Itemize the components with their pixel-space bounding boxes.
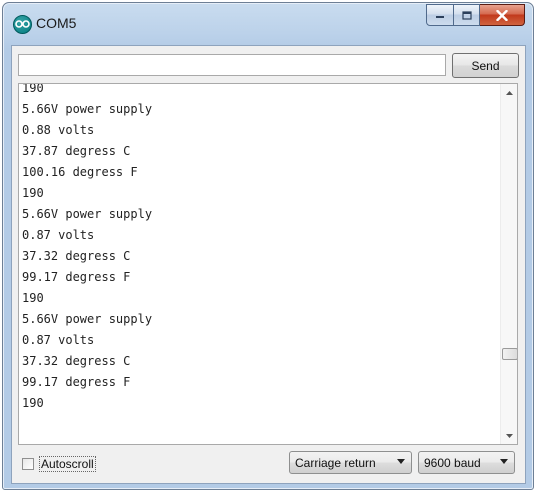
output-line: 190 — [22, 396, 44, 410]
scroll-up-button[interactable] — [501, 84, 517, 101]
chevron-down-icon — [397, 459, 405, 464]
output-line: 5.66V power supply — [22, 312, 153, 326]
output-lines: 190 5.66V power supply 0.88 volts 37.87 deg… — [22, 83, 153, 414]
scroll-down-button[interactable] — [501, 427, 517, 444]
window-title: COM5 — [36, 15, 77, 31]
maximize-icon — [461, 10, 472, 20]
output-line: 190 — [22, 186, 44, 200]
send-button[interactable]: Send — [452, 53, 519, 78]
output-line: 0.88 volts — [22, 123, 95, 137]
autoscroll-checkbox[interactable] — [22, 458, 34, 470]
maximize-button[interactable] — [454, 4, 480, 26]
output-line: 190 — [22, 291, 44, 305]
title-bar[interactable]: COM5 — [3, 3, 533, 45]
output-line: 5.66V power supply — [22, 102, 153, 116]
window-controls — [426, 4, 525, 26]
chevron-down-icon — [500, 459, 508, 464]
serial-monitor-body: Send 190 5.66V power supply 0.88 volts 37.8… — [11, 45, 526, 484]
vertical-scrollbar[interactable] — [500, 84, 517, 444]
output-line: 37.32 degress C — [22, 249, 131, 263]
serial-output[interactable]: 190 5.66V power supply 0.88 volts 37.87 deg… — [18, 83, 518, 445]
output-line: 37.87 degress C — [22, 144, 131, 158]
output-line: 0.87 volts — [22, 333, 95, 347]
output-line: 5.66V power supply — [22, 207, 153, 221]
output-line: 99.17 degress F — [22, 270, 131, 284]
output-line: 0.87 volts — [22, 228, 95, 242]
autoscroll-label[interactable]: Autoscroll — [39, 456, 96, 472]
baud-rate-dropdown[interactable]: 9600 baud — [418, 451, 515, 474]
line-ending-dropdown[interactable]: Carriage return — [289, 451, 412, 474]
baud-rate-value: 9600 baud — [424, 455, 481, 470]
arrow-down-icon — [506, 433, 513, 438]
send-input[interactable] — [18, 54, 446, 76]
arrow-up-icon — [506, 90, 513, 95]
autoscroll-toggle[interactable]: Autoscroll — [22, 456, 96, 472]
arduino-logo-icon — [13, 15, 32, 34]
output-line: 100.16 degress F — [22, 165, 138, 179]
serial-monitor-window: COM5 Send 190 5.66V power supply 0.88 vo… — [2, 2, 534, 490]
output-line: 99.17 degress F — [22, 375, 131, 389]
minimize-button[interactable] — [426, 4, 454, 26]
minimize-icon — [436, 16, 444, 18]
footer-bar: Autoscroll Carriage return 9600 baud — [18, 451, 518, 477]
scrollbar-thumb[interactable] — [502, 348, 517, 360]
close-button[interactable] — [480, 4, 525, 26]
line-ending-value: Carriage return — [295, 455, 376, 470]
output-line: 190 — [22, 83, 44, 95]
close-icon — [496, 9, 508, 21]
output-line: 37.32 degress C — [22, 354, 131, 368]
